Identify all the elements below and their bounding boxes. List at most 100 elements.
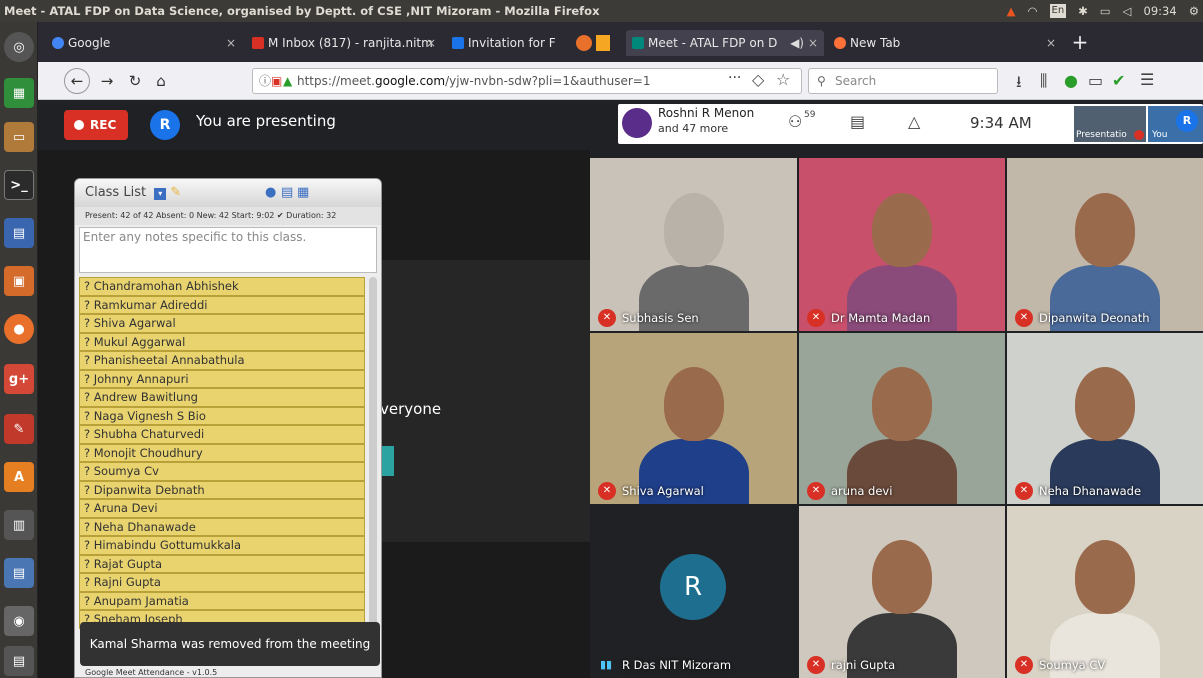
student-row[interactable]: ? Neha Dhanawade <box>79 517 365 536</box>
tab-new-tab[interactable]: New Tab × <box>828 30 1062 56</box>
new-tab-button[interactable]: + <box>1068 28 1092 56</box>
student-row[interactable]: ? Rajni Gupta <box>79 573 365 592</box>
activities-icon[interactable]: △ <box>908 112 920 131</box>
student-row[interactable]: ? Johnny Annapuri <box>79 369 365 388</box>
print-icon[interactable]: ▦ <box>297 179 309 207</box>
permissions-icon[interactable]: ▣ <box>271 69 282 93</box>
settings-gear-icon[interactable]: ⚙ <box>1189 0 1199 22</box>
student-row[interactable]: ? Naga Vignesh S Bio <box>79 406 365 425</box>
participants-name[interactable]: Roshni R Menon <box>658 106 754 120</box>
system-clock[interactable]: 09:34 <box>1144 0 1177 22</box>
student-row[interactable]: ? Ramkumar Adireddi <box>79 295 365 314</box>
self-view-thumbnail[interactable]: You R <box>1148 106 1203 142</box>
keyboard-lang-indicator[interactable]: En <box>1049 4 1067 18</box>
student-row[interactable]: ? Dipanwita Debnath <box>79 480 365 499</box>
participant-tile[interactable]: ✕ Dipanwita Deonath <box>1007 158 1203 331</box>
spreadsheet-app-icon[interactable]: ▦ <box>4 78 34 108</box>
participant-tile[interactable]: ✕ Subhasis Sen <box>590 158 797 331</box>
class-list-stats: Present: 42 of 42 Absent: 0 New: 42 Star… <box>75 207 381 225</box>
presentation-thumbnail[interactable]: Presentatio <box>1074 106 1146 142</box>
check-extension-icon[interactable]: ✔ <box>1112 71 1125 90</box>
presentation-app-icon[interactable]: ▣ <box>4 266 34 296</box>
firefox-app-icon[interactable]: ● <box>4 314 34 344</box>
student-row[interactable]: ? Himabindu Gottumukkala <box>79 536 365 555</box>
window-titlebar: Meet - ATAL FDP on Data Science, organis… <box>0 0 1203 22</box>
app-icon[interactable]: ▤ <box>4 558 34 588</box>
student-row[interactable]: ? Monojit Choudhury <box>79 443 365 462</box>
student-row[interactable]: ? Mukul Aggarwal <box>79 332 365 351</box>
reload-button[interactable]: ↻ <box>124 70 146 92</box>
presentation-button[interactable] <box>380 446 394 476</box>
student-list-scrollbar[interactable] <box>369 277 377 647</box>
participant-tile[interactable]: ✕ Dr Mamta Madan <box>799 158 1005 331</box>
alert-icon[interactable]: ▲ <box>1007 0 1016 22</box>
participant-tile[interactable]: ✕ aruna devi <box>799 333 1005 504</box>
student-row[interactable]: ? Aruna Devi <box>79 499 365 518</box>
wifi-icon[interactable]: ◠ <box>1027 0 1037 22</box>
student-row[interactable]: ? Chandramohan Abhishek <box>79 277 365 296</box>
student-row[interactable]: ? Rajat Gupta <box>79 554 365 573</box>
home-button[interactable]: ⌂ <box>150 70 172 92</box>
files-app-icon[interactable]: ▭ <box>4 122 34 152</box>
pocket-icon[interactable]: ◇ <box>752 70 764 89</box>
downloads-icon[interactable]: ⭳ <box>1016 71 1022 98</box>
student-row[interactable]: ? Anupam Jamatia <box>79 591 365 610</box>
tab-close-icon[interactable]: × <box>808 30 818 56</box>
bluetooth-icon[interactable]: ✱ <box>1078 0 1088 22</box>
address-bar[interactable]: ⓘ ▣ ▲ https://meet.google.com/yjw-nvbn-s… <box>252 68 802 94</box>
student-row[interactable]: ? Andrew Bawitlung <box>79 388 365 407</box>
self-avatar: R <box>1176 110 1198 132</box>
tab-inbox[interactable]: M Inbox (817) - ranjita.nitm × <box>246 30 442 56</box>
menu-icon[interactable]: ☰ <box>1140 70 1154 89</box>
search-input[interactable]: ⚲ Search <box>808 68 998 94</box>
user-avatar[interactable]: R <box>150 110 180 140</box>
participant-avatar[interactable] <box>622 108 652 138</box>
student-row[interactable]: ? Soumya Cv <box>79 462 365 481</box>
class-list-title: Class List <box>85 185 147 200</box>
dropdown-icon[interactable]: ▾ <box>154 188 167 200</box>
tab-label: M Inbox (817) - ranjita.nitm <box>268 36 433 50</box>
app-icon[interactable]: ▥ <box>4 510 34 540</box>
participant-tile[interactable]: R ▮▮ R Das NIT Mizoram <box>590 506 797 678</box>
app-icon[interactable]: ◉ <box>4 606 34 636</box>
student-row[interactable]: ? Shiva Agarwal <box>79 314 365 333</box>
terminal-app-icon[interactable]: >_ <box>4 170 34 200</box>
edit-icon[interactable]: ✎ <box>170 185 181 200</box>
participant-tile[interactable]: ✕ Neha Dhanawade <box>1007 333 1203 504</box>
participant-tile[interactable]: ✕ rajni Gupta <box>799 506 1005 678</box>
save-icon[interactable]: ▤ <box>281 179 293 207</box>
back-button[interactable]: ← <box>64 68 90 94</box>
people-icon[interactable]: ⚇ <box>788 112 802 131</box>
text-editor-app-icon[interactable]: ✎ <box>4 414 34 444</box>
student-row[interactable]: ? Shubha Chaturvedi <box>79 425 365 444</box>
class-notes-input[interactable]: Enter any notes specific to this class. <box>79 227 377 273</box>
volume-icon[interactable]: ◁ <box>1123 0 1132 22</box>
page-actions-button[interactable]: ··· <box>728 70 741 86</box>
software-center-app-icon[interactable]: A <box>4 462 34 492</box>
app-icon[interactable]: ▤ <box>4 646 34 676</box>
battery-icon[interactable]: ▭ <box>1100 0 1111 22</box>
refresh-icon[interactable]: ● <box>265 179 276 207</box>
tab-close-icon[interactable]: × <box>226 30 236 56</box>
document-app-icon[interactable]: ▤ <box>4 218 34 248</box>
site-info-icon[interactable]: ⓘ <box>259 69 271 93</box>
chat-icon[interactable]: ▤ <box>850 112 865 131</box>
tab-google[interactable]: Google × <box>46 30 242 56</box>
forward-button[interactable]: → <box>96 70 118 92</box>
extension-icon[interactable]: ● <box>1064 71 1078 90</box>
participant-tile[interactable]: ✕ Shiva Agarwal <box>590 333 797 504</box>
google-plus-app-icon[interactable]: g+ <box>4 364 34 394</box>
sidebar-icon[interactable]: ▭ <box>1088 71 1103 90</box>
tab-meet[interactable]: Meet - ATAL FDP on D ◀) × <box>626 30 824 56</box>
tab-close-icon[interactable]: × <box>1046 30 1056 56</box>
participant-tile[interactable]: ✕ Soumya CV <box>1007 506 1203 678</box>
library-icon[interactable]: ⫼ <box>1040 71 1047 91</box>
ubuntu-logo-icon[interactable]: ◎ <box>4 32 34 62</box>
participants-more[interactable]: and 47 more <box>658 122 728 135</box>
bookmark-star-icon[interactable]: ☆ <box>776 70 790 89</box>
recording-indicator[interactable]: REC <box>64 110 128 140</box>
student-row[interactable]: ? Phanisheetal Annabathula <box>79 351 365 370</box>
tab-close-icon[interactable]: × <box>426 30 436 56</box>
tab-invitation[interactable]: Invitation for F <box>446 30 622 56</box>
audio-playing-icon[interactable]: ◀) <box>790 30 804 56</box>
